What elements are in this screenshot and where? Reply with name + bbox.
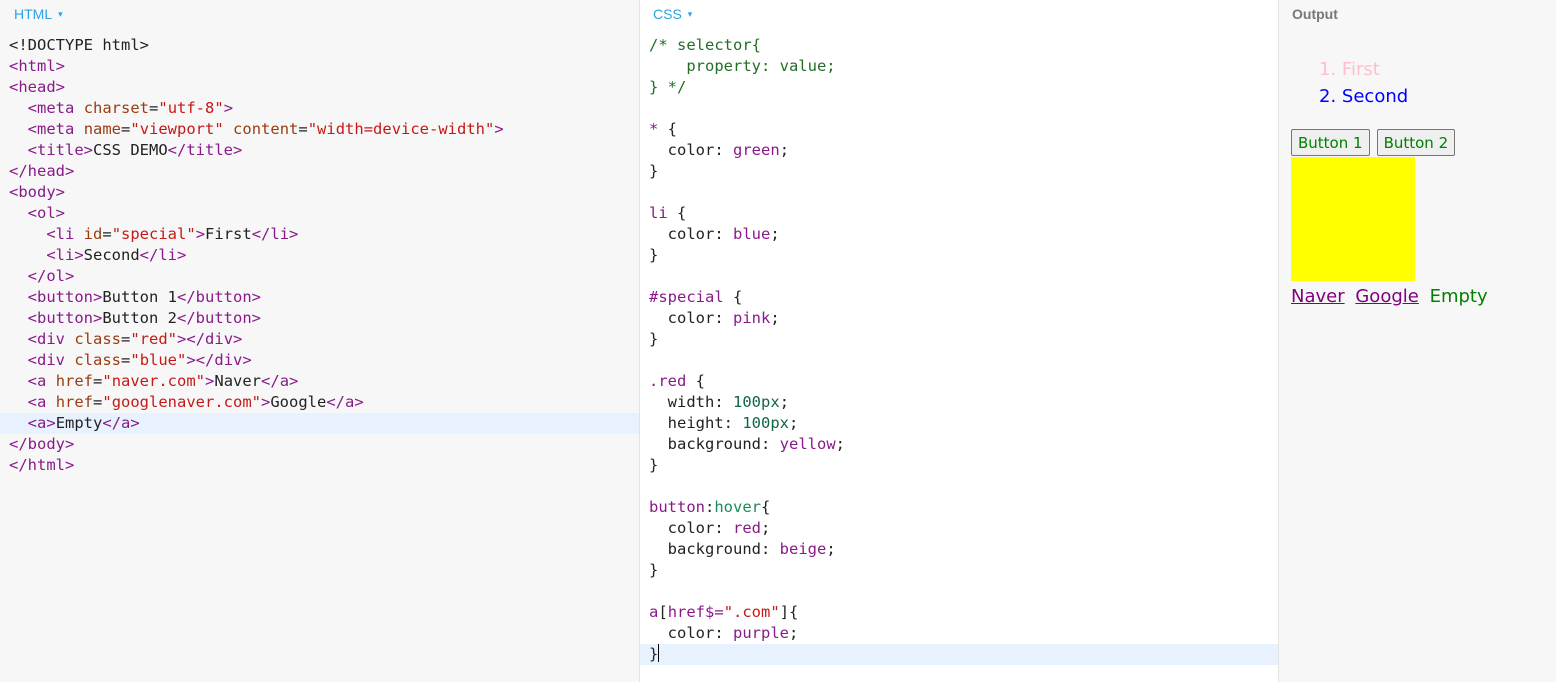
code-line[interactable]: li { bbox=[640, 203, 1278, 224]
code-line[interactable]: width: 100px; bbox=[640, 392, 1278, 413]
dropdown-caret-icon[interactable]: ▾ bbox=[58, 9, 63, 19]
code-line[interactable]: .red { bbox=[640, 371, 1278, 392]
code-line[interactable] bbox=[640, 476, 1278, 497]
code-line[interactable]: #special { bbox=[640, 287, 1278, 308]
ordered-list: 1. First 2. Second bbox=[1319, 56, 1408, 110]
code-line[interactable]: color: pink; bbox=[640, 308, 1278, 329]
dropdown-caret-icon[interactable]: ▾ bbox=[688, 9, 693, 19]
code-line[interactable]: /* selector{ bbox=[640, 35, 1278, 56]
code-line[interactable]: <body> bbox=[0, 182, 639, 203]
output-render-area: 1. First 2. Second Button 1 Button 2 Nav… bbox=[1279, 0, 1556, 682]
list-item-second: 2. Second bbox=[1319, 83, 1408, 110]
code-line[interactable]: <div class="red"></div> bbox=[0, 329, 639, 350]
code-line[interactable]: background: beige; bbox=[640, 539, 1278, 560]
code-line[interactable]: a[href$=".com"]{ bbox=[640, 602, 1278, 623]
code-line[interactable] bbox=[640, 350, 1278, 371]
code-line[interactable]: </body> bbox=[0, 434, 639, 455]
html-pane-header[interactable]: HTML ▾ bbox=[0, 0, 639, 30]
code-line[interactable] bbox=[640, 98, 1278, 119]
code-line[interactable]: } bbox=[640, 644, 1278, 665]
output-pane: Output 1. First 2. Second Button 1 Butto… bbox=[1279, 0, 1556, 682]
code-line[interactable]: <ol> bbox=[0, 203, 639, 224]
code-line[interactable]: } bbox=[640, 245, 1278, 266]
red-class-div bbox=[1291, 157, 1415, 281]
html-editor-pane[interactable]: HTML ▾ <!DOCTYPE html> <html> <head> <meta … bbox=[0, 0, 640, 682]
css-pane-title[interactable]: CSS bbox=[653, 6, 682, 22]
code-line[interactable]: <meta name="viewport" content="width=dev… bbox=[0, 119, 639, 140]
code-line[interactable]: } bbox=[640, 455, 1278, 476]
button-row: Button 1 Button 2 bbox=[1291, 129, 1456, 156]
code-line[interactable]: background: yellow; bbox=[640, 434, 1278, 455]
code-line[interactable]: height: 100px; bbox=[640, 413, 1278, 434]
code-line[interactable]: color: green; bbox=[640, 140, 1278, 161]
list-marker: 2. bbox=[1319, 86, 1337, 107]
google-link[interactable]: Google bbox=[1355, 286, 1418, 307]
code-line[interactable]: } bbox=[640, 560, 1278, 581]
code-line[interactable]: <li>Second</li> bbox=[0, 245, 639, 266]
code-line[interactable]: <button>Button 2</button> bbox=[0, 308, 639, 329]
code-line[interactable]: color: purple; bbox=[640, 623, 1278, 644]
code-line[interactable]: button:hover{ bbox=[640, 497, 1278, 518]
code-line[interactable]: <a href="naver.com">Naver</a> bbox=[0, 371, 639, 392]
code-line[interactable]: color: red; bbox=[640, 518, 1278, 539]
code-line[interactable]: property: value; bbox=[640, 56, 1278, 77]
code-line[interactable]: <meta charset="utf-8"> bbox=[0, 98, 639, 119]
list-item-text: First bbox=[1341, 59, 1380, 80]
links-row: Naver Google Empty bbox=[1291, 286, 1493, 307]
html-pane-title[interactable]: HTML bbox=[14, 6, 52, 22]
code-line[interactable] bbox=[640, 182, 1278, 203]
code-line[interactable]: <a>Empty</a> bbox=[0, 413, 639, 434]
code-line[interactable]: <li id="special">First</li> bbox=[0, 224, 639, 245]
code-line[interactable]: } bbox=[640, 161, 1278, 182]
code-line[interactable]: <div class="blue"></div> bbox=[0, 350, 639, 371]
code-line[interactable]: </head> bbox=[0, 161, 639, 182]
css-pane-header[interactable]: CSS ▾ bbox=[640, 0, 1278, 30]
editor-workspace: HTML ▾ <!DOCTYPE html> <html> <head> <meta … bbox=[0, 0, 1556, 682]
code-line[interactable]: <!DOCTYPE html> bbox=[0, 35, 639, 56]
code-line[interactable]: color: blue; bbox=[640, 224, 1278, 245]
code-line[interactable] bbox=[640, 581, 1278, 602]
text-cursor bbox=[658, 644, 660, 662]
code-line[interactable]: </ol> bbox=[0, 266, 639, 287]
naver-link[interactable]: Naver bbox=[1291, 286, 1345, 307]
empty-anchor: Empty bbox=[1429, 286, 1488, 307]
list-item-first: 1. First bbox=[1319, 56, 1408, 83]
code-line[interactable]: <title>CSS DEMO</title> bbox=[0, 140, 639, 161]
code-line[interactable]: } bbox=[640, 329, 1278, 350]
code-line[interactable]: <head> bbox=[0, 77, 639, 98]
code-line[interactable]: <a href="googlenaver.com">Google</a> bbox=[0, 392, 639, 413]
css-code-area[interactable]: /* selector{ property: value;} */ * { col… bbox=[640, 35, 1278, 665]
code-line[interactable]: * { bbox=[640, 119, 1278, 140]
code-line[interactable]: <button>Button 1</button> bbox=[0, 287, 639, 308]
css-editor-pane[interactable]: CSS ▾ /* selector{ property: value;} */ * … bbox=[640, 0, 1279, 682]
code-line[interactable]: } */ bbox=[640, 77, 1278, 98]
code-line[interactable]: <html> bbox=[0, 56, 639, 77]
code-line[interactable] bbox=[640, 266, 1278, 287]
list-item-text: Second bbox=[1341, 86, 1409, 107]
list-marker: 1. bbox=[1319, 59, 1337, 80]
code-line[interactable]: </html> bbox=[0, 455, 639, 476]
html-code-area[interactable]: <!DOCTYPE html> <html> <head> <meta charse… bbox=[0, 35, 639, 476]
button-2[interactable]: Button 2 bbox=[1376, 129, 1456, 156]
button-1[interactable]: Button 1 bbox=[1291, 129, 1370, 156]
